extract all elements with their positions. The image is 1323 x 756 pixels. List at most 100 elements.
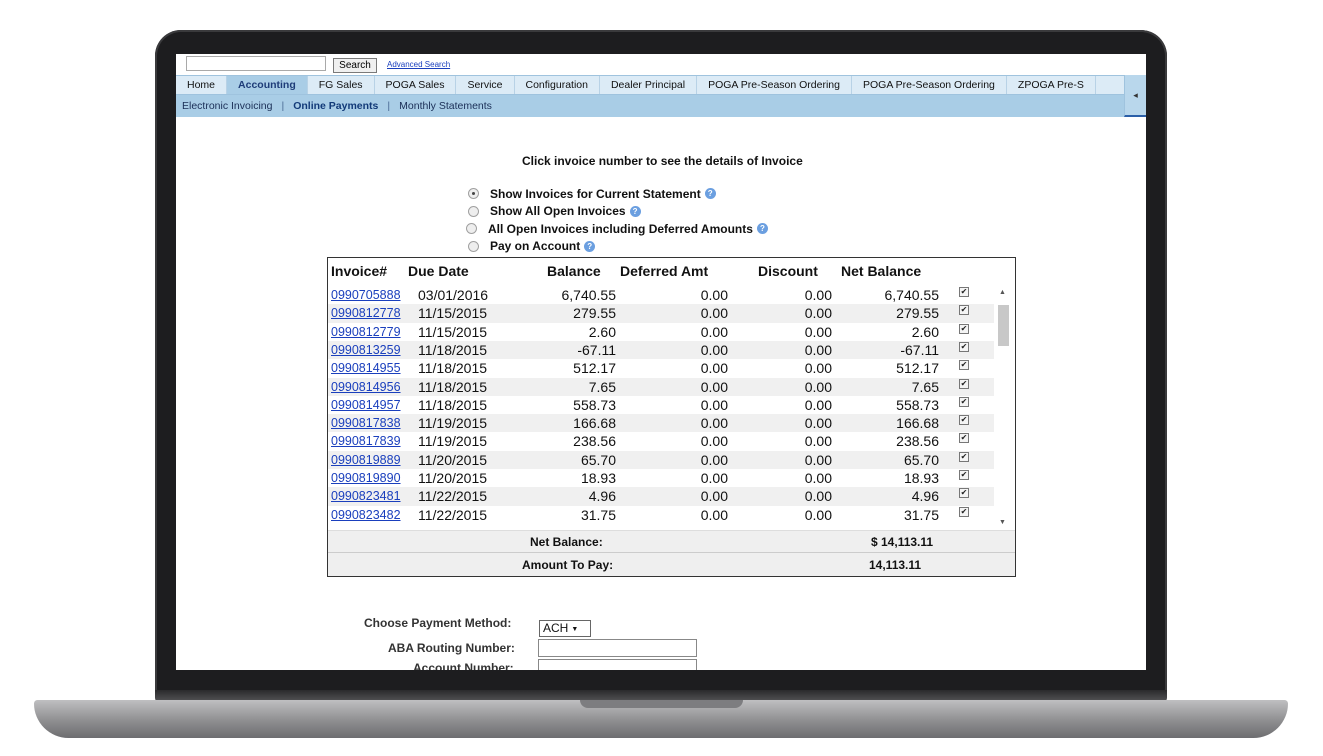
row-checkbox[interactable]: ✔: [959, 378, 969, 389]
radio-button[interactable]: [468, 240, 479, 252]
scroll-up-icon[interactable]: ▲: [999, 289, 1006, 296]
row-checkbox[interactable]: ✔: [959, 451, 969, 462]
radio-option[interactable]: Show Invoices for Current Statement?: [468, 185, 768, 203]
subnav-online-payments[interactable]: Online Payments: [293, 100, 378, 112]
radio-button[interactable]: [468, 205, 479, 217]
tab-poga-sales[interactable]: POGA Sales: [375, 76, 457, 94]
tab-configuration[interactable]: Configuration: [515, 76, 600, 94]
help-icon[interactable]: ?: [704, 188, 716, 200]
tab-home[interactable]: Home: [176, 76, 228, 94]
header-discount: Discount: [758, 263, 818, 279]
deferred-cell: 0.00: [700, 415, 728, 432]
net-balance-row: Net Balance: $ 14,113.11: [328, 531, 1015, 553]
amount-to-pay-total: 14,113.11: [869, 558, 922, 572]
radio-button[interactable]: [466, 223, 477, 235]
net-cell: 18.93: [903, 470, 939, 486]
radio-option[interactable]: All Open Invoices including Deferred Amo…: [466, 220, 768, 238]
table-row: 0990705888 03/01/2016 6,740.55 0.00 0.00 6,74…: [328, 286, 994, 304]
main-nav-tabs: Home Accounting FG Sales POGA Sales Service C…: [176, 75, 1124, 95]
radio-option[interactable]: Pay on Account?: [468, 238, 768, 256]
row-checkbox[interactable]: ✔: [959, 488, 969, 499]
tab-accounting[interactable]: Accounting: [227, 76, 308, 94]
row-checkbox[interactable]: ✔: [959, 470, 969, 480]
invoice-link[interactable]: 0990814956: [331, 380, 401, 394]
invoice-link[interactable]: 0990814955: [331, 361, 401, 375]
invoice-link[interactable]: 0990817839: [331, 434, 401, 448]
invoice-link[interactable]: 0990823481: [331, 489, 401, 503]
invoice-link[interactable]: 0990812779: [331, 325, 401, 339]
tab-poga-pre-season-ordering[interactable]: POGA Pre-Season Ordering: [852, 76, 1007, 94]
tab-fg-sales[interactable]: FG Sales: [308, 76, 375, 94]
deferred-cell: 0.00: [700, 506, 728, 523]
radio-label: All Open Invoices including Deferred Amo…: [488, 221, 753, 236]
subnav-monthly-statements[interactable]: Monthly Statements: [399, 100, 492, 112]
help-icon[interactable]: ?: [584, 240, 596, 252]
laptop-mockup: Search Advanced Search Home Accounting FG …: [0, 0, 1323, 756]
row-checkbox[interactable]: ✔: [959, 433, 969, 444]
payment-method-select[interactable]: ACH ▼: [539, 620, 591, 637]
table-body[interactable]: 0990705888 03/01/2016 6,740.55 0.00 0.00 6,74…: [328, 286, 1015, 529]
row-checkbox[interactable]: ✔: [959, 323, 969, 334]
deferred-cell: 0.00: [700, 323, 728, 340]
help-icon[interactable]: ?: [629, 205, 641, 217]
table-scrollbar[interactable]: ▲ ▼: [995, 286, 1012, 529]
invoice-link[interactable]: 0990705888: [331, 288, 401, 302]
due-date-cell: 11/22/2015: [418, 506, 488, 523]
subnav-electronic-invoicing[interactable]: Electronic Invoicing: [182, 100, 272, 112]
radio-button[interactable]: [468, 188, 479, 200]
tab-service[interactable]: Service: [456, 76, 515, 94]
invoice-link[interactable]: 0990813259: [331, 343, 401, 357]
discount-cell: 0.00: [804, 323, 832, 340]
search-button[interactable]: Search: [333, 58, 377, 73]
table-row: 0990823482 11/22/2015 31.75 0.00 0.00 31.75 ✔: [328, 506, 994, 524]
row-checkbox[interactable]: ✔: [959, 287, 969, 297]
radio-option[interactable]: Show All Open Invoices?: [468, 203, 768, 221]
account-number-input[interactable]: [538, 659, 697, 670]
balance-cell: 512.17: [573, 360, 616, 377]
discount-cell: 0.00: [804, 396, 832, 413]
invoice-table: Invoice# Due Date Balance Deferred Amt D…: [327, 257, 1016, 577]
net-cell: 7.65: [911, 378, 939, 395]
amount-to-pay-label: Amount To Pay:: [522, 558, 614, 572]
table-row: 0990813259 11/18/2015 -67.11 0.00 0.00 -67.11…: [328, 340, 994, 360]
deferred-cell: 0.00: [700, 488, 728, 505]
tab-dealer-principal[interactable]: Dealer Principal: [600, 76, 698, 94]
sub-nav: Electronic Invoicing | Online Payments | Mon…: [176, 95, 1124, 117]
invoice-link[interactable]: 0990819890: [331, 471, 401, 485]
tab-zpoga-pre-s[interactable]: ZPOGA Pre-S: [1007, 76, 1096, 94]
deferred-cell: 0.00: [700, 470, 728, 486]
row-checkbox[interactable]: ✔: [959, 396, 969, 407]
balance-cell: 6,740.55: [561, 287, 617, 303]
scroll-down-icon[interactable]: ▼: [999, 519, 1006, 526]
row-checkbox[interactable]: ✔: [959, 360, 969, 371]
header-due-date: Due Date: [408, 263, 469, 279]
row-checkbox[interactable]: ✔: [959, 305, 969, 316]
help-icon[interactable]: ?: [756, 223, 768, 235]
row-checkbox[interactable]: ✔: [959, 341, 969, 352]
instruction-text: Click invoice number to see the details …: [522, 154, 803, 168]
discount-cell: 0.00: [804, 341, 832, 358]
row-checkbox[interactable]: ✔: [959, 415, 969, 426]
routing-number-input[interactable]: [538, 639, 697, 657]
row-checkbox[interactable]: ✔: [959, 506, 969, 517]
due-date-cell: 11/19/2015: [418, 415, 488, 432]
top-search-bar: Search Advanced Search: [176, 54, 1146, 75]
balance-cell: 279.55: [573, 305, 616, 322]
nav-scroll-left-icon[interactable]: ◂: [1124, 75, 1146, 117]
invoice-link[interactable]: 0990823482: [331, 508, 401, 522]
balance-cell: 18.93: [580, 470, 616, 486]
invoice-link[interactable]: 0990817838: [331, 416, 401, 430]
tab-poga-pre-season-ordering[interactable]: POGA Pre-Season Ordering: [697, 76, 852, 94]
invoice-link[interactable]: 0990819889: [331, 453, 401, 467]
balance-cell: 4.96: [588, 488, 616, 505]
invoice-link[interactable]: 0990812778: [331, 306, 401, 320]
balance-cell: 238.56: [573, 433, 616, 450]
scrollbar-thumb[interactable]: [998, 305, 1009, 346]
search-input[interactable]: [186, 56, 326, 71]
invoice-link[interactable]: 0990814957: [331, 398, 401, 412]
net-cell: 31.75: [903, 506, 939, 523]
due-date-cell: 11/20/2015: [418, 451, 488, 468]
advanced-search-link[interactable]: Advanced Search: [387, 60, 450, 69]
discount-cell: 0.00: [804, 470, 832, 486]
due-date-cell: 11/15/2015: [418, 323, 488, 340]
